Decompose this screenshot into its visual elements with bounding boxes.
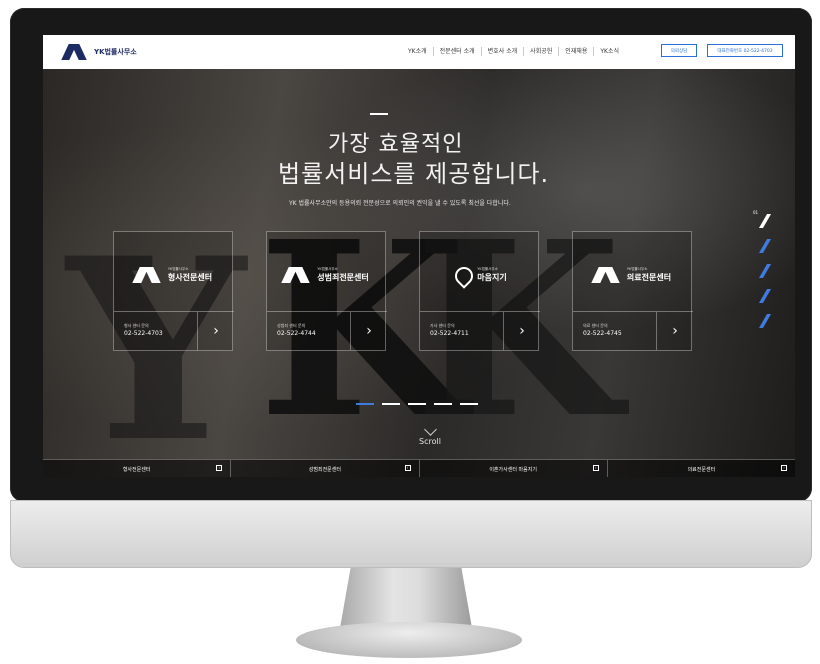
bottom-tab-label: 형사전문센터 <box>122 466 151 473</box>
center-card-criminal[interactable]: YK법률사무소 형사전문센터 형사 센터 문의 02-522-4703 › <box>113 231 234 351</box>
scroll-label[interactable]: Scroll <box>419 437 441 446</box>
card-logo: YK법률사무소 마음지기 <box>420 260 540 290</box>
carousel-dots <box>356 403 478 405</box>
card-contact-label: 의료 센터 문의 <box>583 323 608 328</box>
card-logo: YK법률사무소 성범죄전문센터 <box>267 260 387 290</box>
chevron-right-icon: › <box>216 465 223 471</box>
bottom-tab-label: 의료전문센터 <box>687 466 716 473</box>
chevron-right-icon[interactable]: › <box>350 312 387 350</box>
carousel-dot[interactable] <box>434 403 452 405</box>
chevron-right-icon[interactable]: › <box>656 312 693 350</box>
bottom-tab-criminal[interactable]: 형사전문센터 › <box>43 460 232 477</box>
site-logo[interactable]: YK법률사무소 <box>61 44 137 60</box>
slide-indicator[interactable] <box>758 239 772 253</box>
consult-button[interactable]: 의뢰상담 <box>661 44 697 57</box>
monitor-stand-neck <box>340 568 472 628</box>
phone-button[interactable]: 대표전화번호 02-522-4703 <box>707 44 783 57</box>
slide-indicator[interactable] <box>758 289 772 303</box>
center-card-family[interactable]: YK법률사무소 마음지기 가사 센터 문의 02-522-4711 › <box>419 231 540 351</box>
nav-item-careers[interactable]: 인재채용 <box>559 47 595 56</box>
hero-title-line2: 법률서비스를 제공합니다. <box>278 160 550 188</box>
nav-item-social[interactable]: 사회공헌 <box>524 47 560 56</box>
card-logo: YK법률사무소 형사전문센터 <box>114 260 234 290</box>
slide-indicator-active[interactable] <box>758 214 772 228</box>
card-logo: YK법률사무소 의료전문센터 <box>573 260 693 290</box>
hero-subtitle: YK 법률사무소만의 등용의뢰 전문성으로 의뢰인의 권익을 낼 수 있도록 최… <box>289 200 511 207</box>
main-nav: YK소개 전문센터 소개 변호사 소개 사회공헌 인재채용 YK소식 <box>402 47 625 56</box>
yk-logo-icon <box>281 267 313 283</box>
card-phone: 02-522-4711 <box>430 330 469 337</box>
carousel-dot[interactable] <box>408 403 426 405</box>
chevron-right-icon[interactable]: › <box>197 312 234 350</box>
bottom-tab-medical[interactable]: 의료전문센터 › <box>608 460 795 477</box>
chevron-right-icon: › <box>592 465 599 471</box>
hero-accent-line <box>370 113 388 115</box>
logo-text: YK법률사무소 <box>94 48 137 56</box>
card-contact: 의료 센터 문의 02-522-4745 › <box>573 311 693 350</box>
heart-logo-icon <box>451 263 477 289</box>
center-card-medical[interactable]: YK법률사무소 의료전문센터 의료 센터 문의 02-522-4745 › <box>572 231 693 351</box>
carousel-dot[interactable] <box>382 403 400 405</box>
nav-item-centers[interactable]: 전문센터 소개 <box>434 47 482 56</box>
chevron-right-icon: › <box>781 465 787 471</box>
card-phone: 02-522-4703 <box>124 330 163 337</box>
nav-item-lawyers[interactable]: 변호사 소개 <box>482 47 525 56</box>
bottom-center-tabs: 형사전문센터 › 성범죄전문센터 › 이혼가사센터 마음지기 › 의료전문센터 … <box>43 459 795 477</box>
card-contact-label: 성범죄 센터 문의 <box>277 323 306 328</box>
slide-number: 01 <box>753 210 759 215</box>
slide-indicator[interactable] <box>758 264 772 278</box>
bottom-tab-label: 성범죄전문센터 <box>308 466 341 473</box>
monitor-stand-base <box>296 622 522 658</box>
card-contact: 형사 센터 문의 02-522-4703 › <box>114 311 234 350</box>
bottom-tab-family[interactable]: 이혼가사센터 마음지기 › <box>420 460 608 477</box>
card-center-name: 마음지기 <box>477 273 507 282</box>
yk-logo-icon <box>61 44 91 60</box>
top-header: YK법률사무소 YK소개 전문센터 소개 변호사 소개 사회공헌 인재채용 YK… <box>43 35 795 69</box>
card-contact: 성범죄 센터 문의 02-522-4744 › <box>267 311 387 350</box>
nav-item-news[interactable]: YK소식 <box>594 47 625 56</box>
monitor-chin <box>10 500 812 568</box>
center-card-sexual-crime[interactable]: YK법률사무소 성범죄전문센터 성범죄 센터 문의 02-522-4744 › <box>266 231 387 351</box>
yk-logo-icon <box>591 267 623 283</box>
card-center-name: 성범죄전문센터 <box>317 273 369 282</box>
bottom-tab-label: 이혼가사센터 마음지기 <box>489 466 537 473</box>
carousel-dot[interactable] <box>460 403 478 405</box>
card-center-name: 의료전문센터 <box>626 273 672 282</box>
chevron-right-icon: › <box>404 465 411 471</box>
card-contact-label: 형사 센터 문의 <box>124 323 149 328</box>
bottom-tab-sexual-crime[interactable]: 성범죄전문센터 › <box>231 460 420 477</box>
nav-item-about[interactable]: YK소개 <box>402 47 434 56</box>
card-phone: 02-522-4744 <box>277 330 316 337</box>
card-phone: 02-522-4745 <box>583 330 622 337</box>
website-screen: Y K K YK법률사무소 YK소개 전문센터 소개 변호사 소개 사회공헌 인… <box>43 35 795 477</box>
carousel-dot-active[interactable] <box>356 403 374 405</box>
chevron-right-icon[interactable]: › <box>503 312 540 350</box>
card-contact-label: 가사 센터 문의 <box>430 323 455 328</box>
card-contact: 가사 센터 문의 02-522-4711 › <box>420 311 540 350</box>
yk-logo-icon <box>132 267 164 283</box>
card-center-name: 형사전문센터 <box>167 273 213 282</box>
slide-indicator[interactable] <box>758 314 772 328</box>
